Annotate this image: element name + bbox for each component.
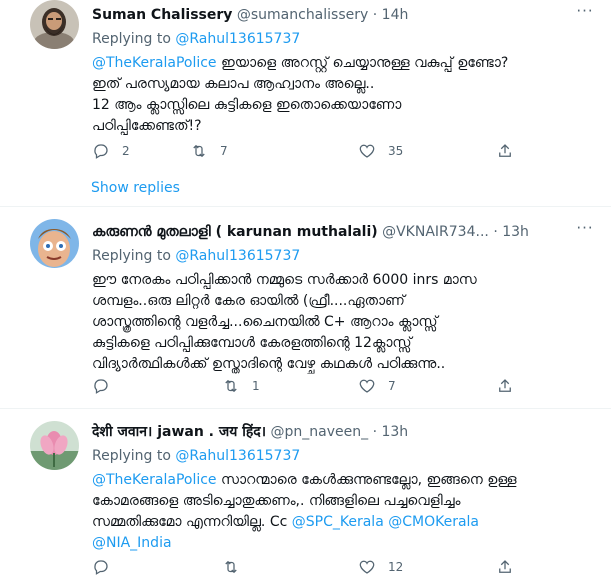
tweet-header: Suman Chalissery @sumanchalissery · 14h [92, 4, 597, 26]
tweet-1[interactable]: Suman Chalissery @sumanchalissery · 14h … [0, 0, 611, 205]
user-handle[interactable]: @pn_naveen_ [271, 424, 369, 440]
like-count: 35 [388, 144, 404, 158]
display-name[interactable]: കരുണൻ മുതലാളി ( karunan muthalali) [92, 224, 378, 240]
retweet-icon [193, 144, 205, 158]
replying-to: Replying to @Rahul13615737 [92, 245, 597, 267]
replying-to-label: Replying to [92, 448, 171, 464]
share-button[interactable] [496, 140, 514, 162]
reply-icon [94, 560, 108, 575]
user-handle[interactable]: @VKNAIR734... [382, 224, 489, 240]
reply-to-handle-link[interactable]: @Rahul13615737 [175, 31, 300, 47]
avatar[interactable] [30, 421, 79, 470]
tweet-header: देशी जवान। jawan . जय हिंद। @pn_naveen_ … [92, 421, 597, 443]
retweet-count: 7 [220, 144, 228, 158]
share-button[interactable] [496, 556, 514, 578]
tweet-text: ഈ നേരകം പഠിപ്പിക്കാൻ നമ്മുടെ സർക്കാർ 600… [92, 272, 477, 372]
reply-button[interactable]: 2 [92, 140, 130, 162]
like-button[interactable]: 35 [358, 140, 403, 162]
avatar-image [30, 219, 79, 268]
action-bar: 1 7 [92, 375, 512, 397]
like-count: 12 [388, 560, 404, 574]
separator-dot: · [372, 7, 378, 23]
action-bar: 12 [92, 556, 512, 578]
avatar[interactable] [30, 0, 79, 49]
mention-link[interactable]: @NIA_India [92, 535, 172, 551]
reply-count: 2 [122, 144, 130, 158]
timestamp[interactable]: 14h [382, 7, 409, 23]
more-icon[interactable]: ··· [573, 2, 597, 24]
separator-dot: · [493, 224, 498, 240]
mention-link[interactable]: @SPC_Kerala [292, 514, 384, 530]
display-name[interactable]: Suman Chalissery [92, 7, 232, 23]
timestamp[interactable]: 13h [381, 424, 408, 440]
like-count: 7 [388, 379, 396, 393]
reply-icon [94, 144, 108, 159]
retweet-button[interactable]: 1 [222, 375, 260, 397]
reply-to-handle-link[interactable]: @Rahul13615737 [175, 248, 300, 264]
mention-link[interactable]: @TheKeralaPolice [92, 55, 217, 71]
like-button[interactable]: 12 [358, 556, 403, 578]
action-bar: 2 7 35 [92, 140, 512, 162]
retweet-button[interactable] [222, 556, 252, 578]
avatar[interactable] [30, 219, 79, 268]
reply-button[interactable] [92, 556, 122, 578]
share-icon [499, 379, 511, 392]
heart-icon [359, 144, 375, 158]
tweet-text: @TheKeralaPolice സാറന്മാരെ കേൾക്കുന്നുണ്… [92, 470, 597, 554]
retweet-count: 1 [252, 379, 260, 393]
heart-icon [359, 379, 375, 393]
show-replies-link[interactable]: Show replies [91, 180, 180, 196]
display-name[interactable]: देशी जवान। jawan . जय हिंद। [92, 424, 266, 440]
mention-link[interactable]: @TheKeralaPolice [92, 472, 217, 488]
separator-dot: · [372, 424, 378, 440]
tweet-header: കരുണൻ മുതലാളി ( karunan muthalali) @VKNA… [92, 221, 597, 243]
avatar-image [30, 0, 79, 49]
reply-button[interactable] [92, 375, 122, 397]
replying-to: Replying to @Rahul13615737 [92, 445, 597, 467]
reply-icon [94, 379, 108, 394]
retweet-button[interactable]: 7 [190, 140, 228, 162]
share-icon [499, 144, 511, 157]
avatar-image [30, 421, 79, 470]
replying-to: Replying to @Rahul13615737 [92, 28, 597, 50]
retweet-icon [225, 560, 237, 574]
timestamp[interactable]: 13h [502, 224, 529, 240]
replying-to-label: Replying to [92, 31, 171, 47]
retweet-icon [225, 379, 237, 393]
mention-link[interactable]: @CMOKerala [388, 514, 479, 530]
like-button[interactable]: 7 [358, 375, 396, 397]
share-button[interactable] [496, 375, 514, 397]
tweet-text: @TheKeralaPolice ഇയാളെ അറസ്റ്റ് ചെയ്യാനു… [92, 53, 597, 137]
tweet-2[interactable]: കരുണൻ മുതലാളി ( karunan muthalali) @VKNA… [0, 207, 611, 407]
reply-to-handle-link[interactable]: @Rahul13615737 [175, 448, 300, 464]
replying-to-label: Replying to [92, 248, 171, 264]
tweet-3[interactable]: देशी जवान। jawan . जय हिंद। @pn_naveen_ … [0, 409, 611, 587]
share-icon [499, 560, 511, 573]
heart-icon [359, 560, 375, 574]
more-icon[interactable]: ··· [573, 219, 597, 241]
user-handle[interactable]: @sumanchalissery [237, 7, 368, 23]
